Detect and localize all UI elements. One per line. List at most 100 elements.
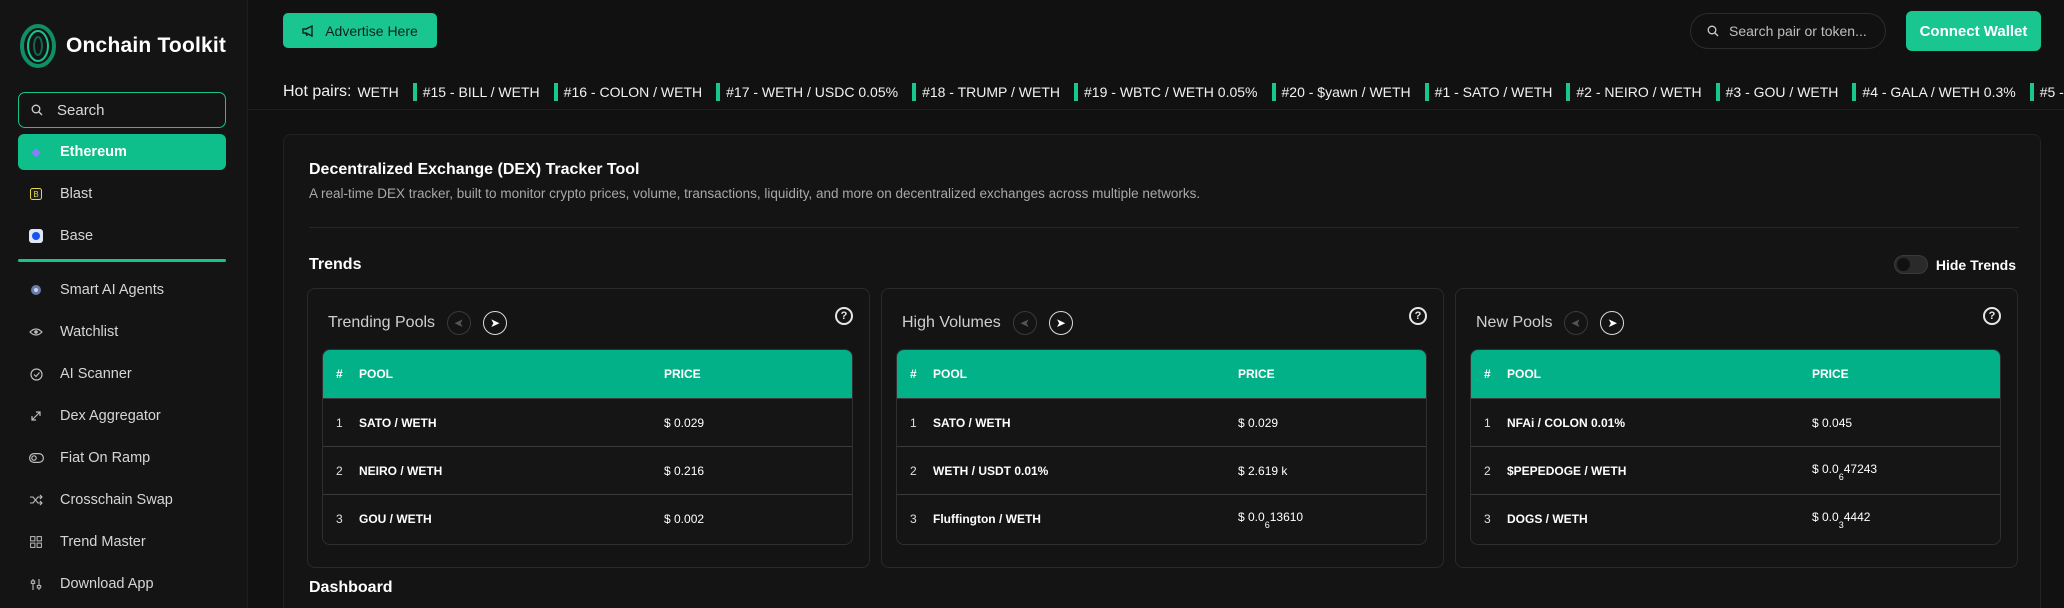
next-arrow-icon[interactable]: ➤ — [1600, 311, 1625, 335]
row-price: $ 0.045 — [1812, 416, 2000, 430]
ticker-marker — [1852, 82, 1857, 101]
row-price: $ 0.029 — [1238, 416, 1426, 430]
sidebar-item-watchlist[interactable]: Watchlist — [18, 314, 226, 350]
ticker-marker — [1715, 82, 1720, 101]
row-pool: WETH / USDT 0.01% — [933, 463, 1049, 478]
brand[interactable]: Onchain Toolkit — [18, 22, 226, 70]
ticker-item[interactable]: #18 - TRUMP / WETH — [912, 82, 1060, 101]
sidebar-search[interactable]: Search — [18, 92, 226, 128]
price-value: $ 0.0 — [1812, 462, 1839, 477]
price-zero-count: 6 — [1838, 471, 1844, 482]
table-row[interactable]: 3 DOGS / WETH $ 0.034442 — [1471, 494, 2000, 542]
ticker-item[interactable]: #16 - COLON / WETH — [553, 82, 703, 101]
row-num: 3 — [1484, 511, 1491, 526]
table-row[interactable]: 2 WETH / USDT 0.01% $ 2.619 k — [897, 446, 1426, 494]
ticker-item-label: #20 - $yawn / WETH — [1281, 83, 1411, 100]
ticker-item[interactable]: #4 - GALA / WETH 0.3% — [1852, 82, 2016, 101]
row-num: 2 — [910, 463, 917, 478]
sidebar-item-label: Download App — [60, 576, 154, 592]
ticker-item[interactable]: #15 - BILL / WETH — [412, 82, 540, 101]
row-pool: GOU / WETH — [359, 511, 432, 526]
ticker-item[interactable]: #2 - NEIRO / WETH — [1566, 82, 1702, 101]
card-header: Trending Pools ➤ ➤ — [328, 311, 508, 335]
toggle-switch[interactable] — [1893, 255, 1928, 274]
table-row[interactable]: 3 GOU / WETH $ 0.002 — [323, 494, 852, 542]
brand-name: Onchain Toolkit — [66, 34, 227, 57]
price-value: $ 2.619 k — [1238, 463, 1288, 478]
sidebar-divider — [18, 259, 226, 262]
ticker-item[interactable]: #19 - WBTC / WETH 0.05% — [1074, 82, 1258, 101]
sidebar-item-fiat-on-ramp[interactable]: Fiat On Ramp — [18, 440, 226, 476]
sliders-icon — [28, 576, 44, 592]
toggle-icon — [28, 450, 44, 466]
header-num: # — [336, 367, 343, 381]
row-pool: Fluffington / WETH — [933, 511, 1041, 526]
sidebar-item-ethereum[interactable]: ◆ Ethereum — [18, 134, 226, 170]
ticker-item[interactable]: WETH — [357, 84, 398, 100]
ticker-marker — [1271, 82, 1276, 101]
hide-trends-toggle[interactable]: Hide Trends — [1893, 255, 2016, 274]
row-num: 3 — [910, 511, 917, 526]
sidebar-item-download-app[interactable]: Download App — [18, 566, 226, 602]
pair-search-input[interactable]: Search pair or token... — [1690, 13, 1886, 49]
new-pools-card: New Pools ➤ ➤ ? # POOL PRICE 1 NFAi / CO… — [1455, 288, 2018, 568]
sidebar-item-label: Watchlist — [60, 324, 119, 340]
app-root: Onchain Toolkit Search ◆ Ethereum B Blas… — [0, 0, 2064, 608]
prev-arrow-icon[interactable]: ➤ — [1012, 311, 1037, 335]
table-row[interactable]: 3 Fluffington / WETH $ 0.0613610 — [897, 494, 1426, 542]
pools-table: # POOL PRICE 1 NFAi / COLON 0.01% $ 0.04… — [1470, 349, 2001, 545]
price-value: $ 0.045 — [1812, 415, 1853, 430]
row-price: $ 0.029 — [664, 416, 852, 430]
table-row[interactable]: 1 NFAi / COLON 0.01% $ 0.045 — [1471, 398, 2000, 446]
ticker-item[interactable]: #20 - $yawn / WETH — [1271, 82, 1411, 101]
help-icon[interactable]: ? — [1409, 307, 1427, 325]
advertise-button[interactable]: Advertise Here — [283, 13, 437, 48]
connect-wallet-button[interactable]: Connect Wallet — [1906, 11, 2041, 51]
next-arrow-icon[interactable]: ➤ — [1048, 311, 1073, 335]
ticker-item-label: #5 - PEPE / WETH — [2039, 83, 2064, 100]
row-price: $ 2.619 k — [1238, 464, 1426, 478]
sidebar-item-ai-scanner[interactable]: AI Scanner — [18, 356, 226, 392]
ticker-item[interactable]: #1 - SATO / WETH — [1424, 82, 1552, 101]
divider — [309, 227, 2019, 228]
table-row[interactable]: 1 SATO / WETH $ 0.029 — [897, 398, 1426, 446]
table-row[interactable]: 1 SATO / WETH $ 0.029 — [323, 398, 852, 446]
ticker-item-label: WETH — [357, 83, 399, 100]
pools-table: # POOL PRICE 1 SATO / WETH $ 0.029 2 WET… — [896, 349, 1427, 545]
row-price: $ 0.034442 — [1812, 510, 2000, 529]
sidebar-item-crosschain-swap[interactable]: Crosschain Swap — [18, 482, 226, 518]
table-row[interactable]: 2 $PEPEDOGE / WETH $ 0.0647243 — [1471, 446, 2000, 494]
card-header: High Volumes ➤ ➤ — [902, 311, 1073, 335]
row-pool: DOGS / WETH — [1507, 511, 1588, 526]
ticker-item[interactable]: #5 - PEPE / WETH — [2029, 82, 2064, 101]
page-title: Decentralized Exchange (DEX) Tracker Too… — [309, 161, 640, 178]
ticker-marker — [716, 82, 721, 101]
row-pool: $PEPEDOGE / WETH — [1507, 463, 1627, 478]
ticker-item[interactable]: #3 - GOU / WETH — [1715, 82, 1838, 101]
sidebar-item-blast[interactable]: B Blast — [18, 176, 226, 212]
price-value: $ 0.002 — [664, 511, 705, 526]
price-digits: 13610 — [1269, 510, 1304, 525]
row-price: $ 0.216 — [664, 464, 852, 478]
ticker-item[interactable]: #17 - WETH / USDC 0.05% — [716, 82, 898, 101]
prev-arrow-icon[interactable]: ➤ — [447, 311, 472, 335]
next-arrow-icon[interactable]: ➤ — [483, 311, 508, 335]
sidebar-item-dex-aggregator[interactable]: Dex Aggregator — [18, 398, 226, 434]
blast-icon: B — [28, 186, 44, 202]
table-row[interactable]: 2 NEIRO / WETH $ 0.216 — [323, 446, 852, 494]
sidebar-item-trend-master[interactable]: Trend Master — [18, 524, 226, 560]
help-icon[interactable]: ? — [835, 307, 853, 325]
sidebar-item-base[interactable]: Base — [18, 218, 226, 254]
ticker-item-label: #4 - GALA / WETH 0.3% — [1862, 83, 2016, 100]
prev-arrow-icon[interactable]: ➤ — [1564, 311, 1589, 335]
high-volumes-card: High Volumes ➤ ➤ ? # POOL PRICE 1 SATO /… — [881, 288, 1444, 568]
ticker-item-label: #16 - COLON / WETH — [563, 83, 703, 100]
help-icon[interactable]: ? — [1983, 307, 2001, 325]
logo-icon — [20, 24, 56, 68]
sidebar: Onchain Toolkit Search ◆ Ethereum B Blas… — [0, 0, 248, 608]
main-panel: Decentralized Exchange (DEX) Tracker Too… — [283, 134, 2041, 608]
ticker-marker — [1566, 82, 1571, 101]
card-title: High Volumes — [902, 314, 1001, 331]
grid-icon — [28, 534, 44, 550]
sidebar-item-smart-ai-agents[interactable]: Smart AI Agents — [18, 272, 226, 308]
